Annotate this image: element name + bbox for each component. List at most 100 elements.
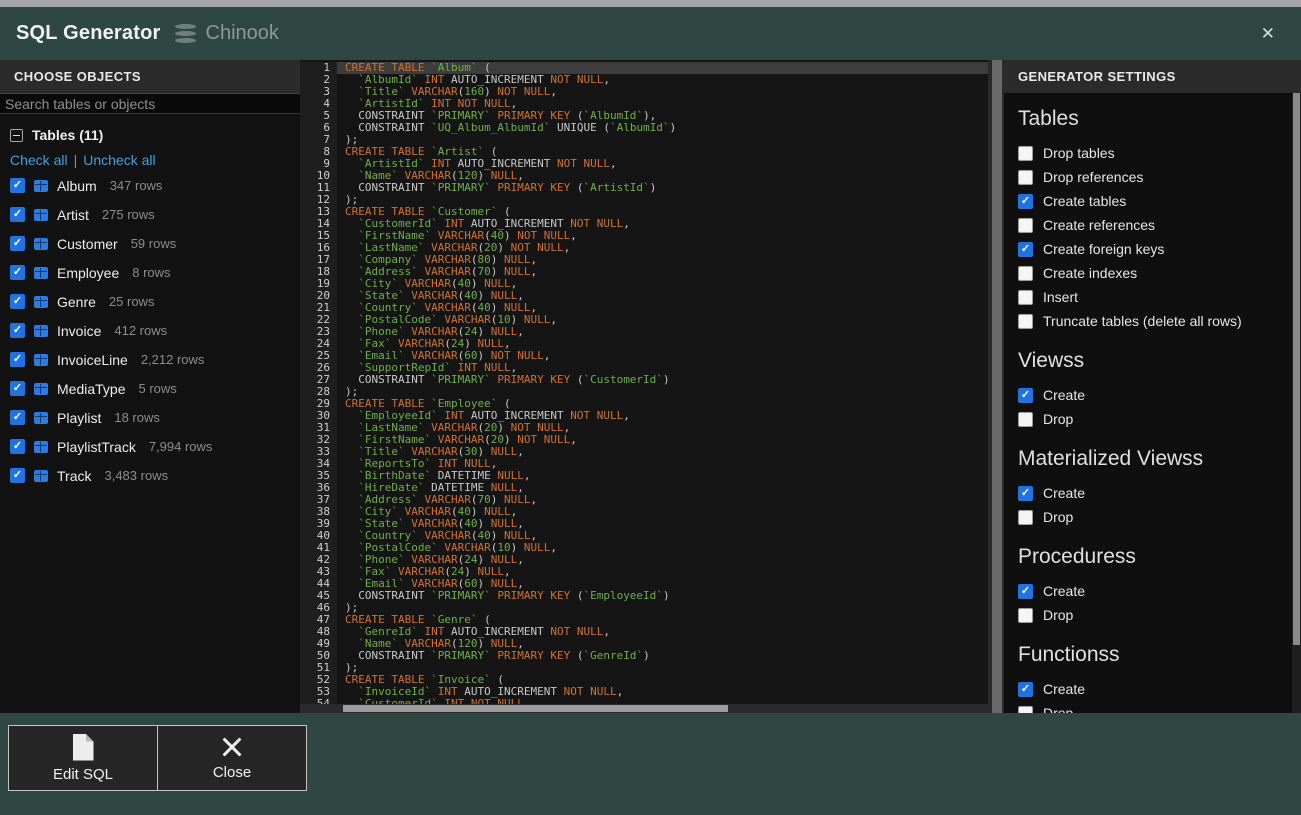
table-checkbox[interactable] [10,439,25,454]
table-row[interactable]: Playlist18 rows [10,403,300,432]
settings-checkbox[interactable] [1018,266,1033,281]
search-input[interactable] [0,94,300,113]
settings-checkbox[interactable] [1018,218,1033,233]
settings-checkbox[interactable] [1018,242,1033,257]
horizontal-scrollbar[interactable] [300,704,988,713]
table-name: Customer [57,236,118,252]
window-top-strip [0,0,1301,7]
settings-option[interactable]: Drop [1018,505,1283,529]
table-checkbox[interactable] [10,178,25,193]
tables-group-row[interactable]: Tables (11) [10,122,300,148]
edit-sql-button[interactable]: Edit SQL [8,725,158,791]
settings-option-label: Drop tables [1043,145,1115,161]
settings-checkbox[interactable] [1018,314,1033,329]
table-row[interactable]: InvoiceLine2,212 rows [10,345,300,374]
settings-option[interactable]: Create indexes [1018,261,1283,285]
table-row[interactable]: Genre25 rows [10,287,300,316]
table-row[interactable]: Artist275 rows [10,200,300,229]
table-checkbox[interactable] [10,410,25,425]
table-checkbox[interactable] [10,294,25,309]
table-row[interactable]: MediaType5 rows [10,374,300,403]
vertical-scrollbar-thumb[interactable] [1293,93,1300,645]
settings-option-label: Drop references [1043,169,1143,185]
settings-checkbox[interactable] [1018,584,1033,599]
settings-option[interactable]: Drop [1018,407,1283,431]
settings-checkbox[interactable] [1018,146,1033,161]
settings-checkbox[interactable] [1018,170,1033,185]
sql-editor[interactable]: 1CREATE TABLE `Album` (2 `AlbumId` INT A… [300,60,988,713]
settings-option-label: Create [1043,387,1085,403]
table-checkbox[interactable] [10,323,25,338]
settings-checkbox[interactable] [1018,706,1033,714]
table-checkbox[interactable] [10,352,25,367]
line-number: 8 [300,146,337,158]
settings-option[interactable]: Truncate tables (delete all rows) [1018,309,1283,333]
table-checkbox[interactable] [10,381,25,396]
table-checkbox[interactable] [10,468,25,483]
settings-option[interactable]: Drop references [1018,165,1283,189]
horizontal-scrollbar-thumb[interactable] [343,705,728,712]
table-row[interactable]: Album347 rows [10,171,300,200]
table-name: Artist [57,207,89,223]
close-icon[interactable]: ✕ [1261,24,1275,44]
settings-checkbox[interactable] [1018,510,1033,525]
settings-sections: Tables Drop tables Drop references Create t… [1004,93,1301,713]
vertical-scrollbar[interactable] [1292,93,1301,713]
uncheck-all-link[interactable]: Uncheck all [83,152,155,168]
check-all-link[interactable]: Check all [10,152,68,168]
settings-option[interactable]: Create [1018,383,1283,407]
table-name: InvoiceLine [57,352,128,368]
settings-section-title: Viewss [1018,349,1283,373]
table-name: MediaType [57,381,125,397]
footer-buttons: Edit SQL Close [8,725,307,791]
table-checkbox[interactable] [10,207,25,222]
line-number: 3 [300,86,337,98]
line-content: CONSTRAINT `UQ_Album_AlbumId` UNIQUE (`A… [337,122,988,134]
close-button-label: Close [213,764,251,781]
settings-option[interactable]: Create [1018,481,1283,505]
settings-checkbox[interactable] [1018,388,1033,403]
settings-checkbox[interactable] [1018,682,1033,697]
database-name: Chinook [206,22,279,45]
settings-option[interactable]: Create tables [1018,189,1283,213]
settings-checkbox[interactable] [1018,290,1033,305]
settings-option[interactable]: Create [1018,579,1283,603]
table-checkbox[interactable] [10,265,25,280]
settings-option[interactable]: Create foreign keys [1018,237,1283,261]
page-title: SQL Generator [16,22,161,45]
settings-option-label: Drop [1043,509,1073,525]
line-number: 4 [300,98,337,110]
settings-option[interactable]: Drop tables [1018,141,1283,165]
settings-checkbox[interactable] [1018,486,1033,501]
table-row[interactable]: Employee8 rows [10,258,300,287]
settings-option[interactable]: Insert [1018,285,1283,309]
collapse-icon[interactable] [10,129,23,142]
settings-option[interactable]: Drop [1018,603,1283,627]
table-icon [34,470,48,482]
panel-splitter[interactable] [988,60,1004,713]
code-line: 27 CONSTRAINT `PRIMARY` PRIMARY KEY (`Cu… [300,374,988,386]
settings-option-label: Drop [1043,411,1073,427]
settings-option-label: Create [1043,681,1085,697]
table-row[interactable]: PlaylistTrack7,994 rows [10,432,300,461]
code-line: 6 CONSTRAINT `UQ_Album_AlbumId` UNIQUE (… [300,122,988,134]
settings-checkbox[interactable] [1018,194,1033,209]
settings-section-title: Tables [1018,107,1283,131]
settings-checkbox[interactable] [1018,412,1033,427]
table-row[interactable]: Customer59 rows [10,229,300,258]
settings-option[interactable]: Create [1018,677,1283,701]
settings-section-title: Proceduress [1018,545,1283,569]
settings-option[interactable]: Create references [1018,213,1283,237]
code-lines: 1CREATE TABLE `Album` (2 `AlbumId` INT A… [300,60,988,713]
close-button[interactable]: Close [157,725,307,791]
settings-option[interactable]: Drop [1018,701,1283,713]
table-row[interactable]: Invoice412 rows [10,316,300,345]
settings-checkbox[interactable] [1018,608,1033,623]
code-line: 11 CONSTRAINT `PRIMARY` PRIMARY KEY (`Ar… [300,182,988,194]
settings-option-label: Truncate tables (delete all rows) [1043,313,1242,329]
link-separator: | [74,152,78,168]
table-checkbox[interactable] [10,236,25,251]
table-row[interactable]: Track3,483 rows [10,461,300,490]
dialog-titlebar: SQL Generator Chinook ✕ [0,7,1301,60]
table-icon [34,354,48,366]
